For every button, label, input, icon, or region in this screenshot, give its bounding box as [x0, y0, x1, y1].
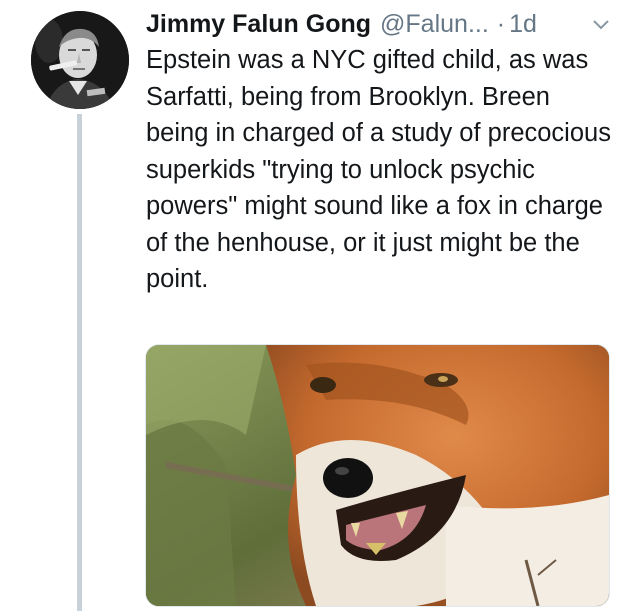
thread-line — [77, 114, 82, 611]
user-handle[interactable]: @Falun... — [380, 10, 489, 39]
tweet-header: Jimmy Falun Gong @Falun... · 1d — [146, 6, 626, 42]
display-name[interactable]: Jimmy Falun Gong — [146, 10, 371, 39]
tweet[interactable]: Jimmy Falun Gong @Falun... · 1d Epstein … — [0, 0, 640, 611]
tweet-photo[interactable] — [145, 344, 610, 607]
separator-dot: · — [496, 9, 506, 38]
avatar[interactable] — [31, 11, 129, 109]
tweet-text: Epstein was a NYC gifted child, as was S… — [146, 46, 611, 293]
chevron-down-icon[interactable] — [592, 18, 610, 34]
timestamp[interactable]: 1d — [509, 10, 537, 39]
